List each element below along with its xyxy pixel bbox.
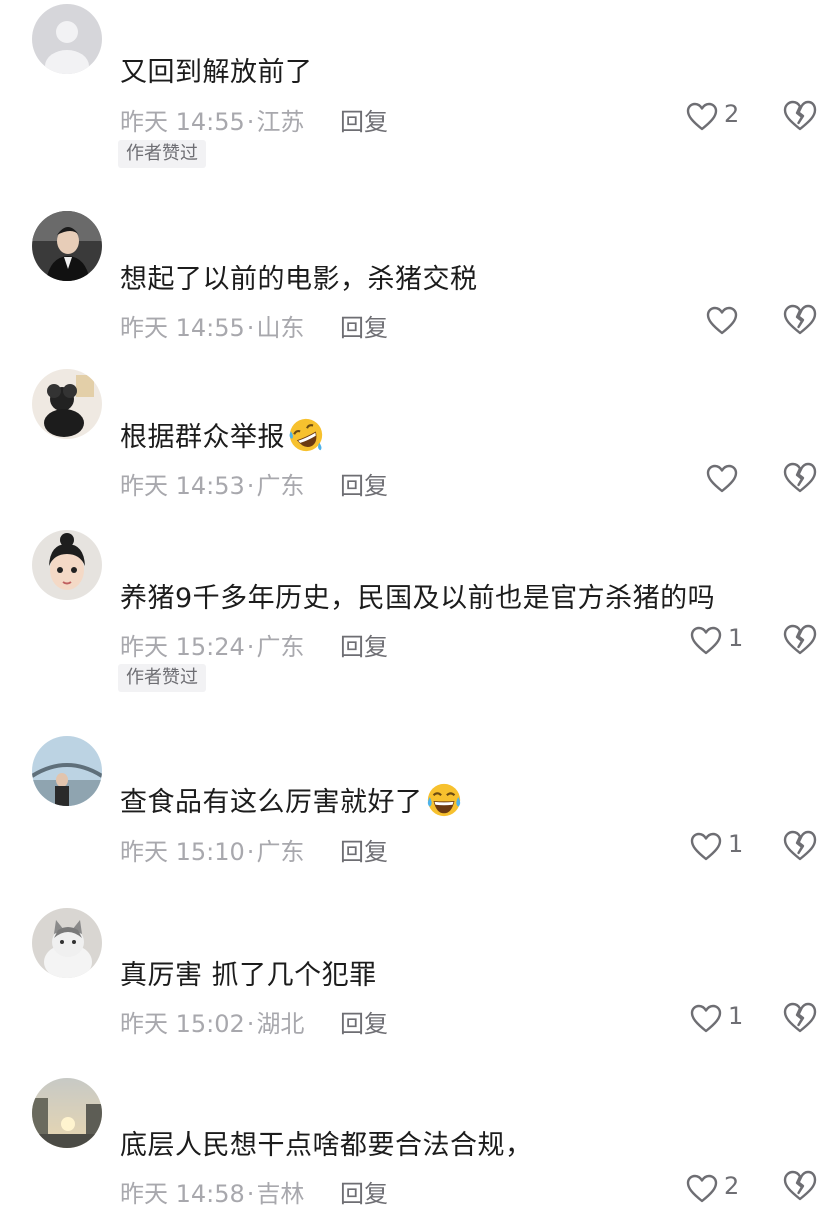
comment-meta: 昨天 14:55·山东	[120, 314, 305, 342]
dislike-button[interactable]	[783, 624, 817, 658]
comment-location: 广东	[256, 472, 305, 500]
dislike-button[interactable]	[783, 1170, 817, 1204]
like-button[interactable]: 1	[690, 622, 754, 662]
comment-item: 查食品有这么厉害就好了 昨天 15:10·广东 回复 1	[0, 720, 840, 890]
heart-icon	[690, 832, 722, 861]
comment-text: 又回到解放前了	[120, 57, 313, 88]
comment-item: 根据群众举报 昨天 14:53·广东 回复	[0, 350, 840, 520]
comment-meta: 昨天 15:02·湖北	[120, 1010, 305, 1038]
comment-item: 又回到解放前了 昨天 14:55·江苏 回复 2 作者赞过	[0, 0, 840, 190]
like-button[interactable]: 2	[686, 1170, 750, 1210]
avatar[interactable]	[32, 530, 102, 600]
like-button[interactable]	[706, 302, 770, 342]
avatar[interactable]	[32, 369, 102, 439]
author-liked-badge: 作者赞过	[118, 140, 206, 168]
dislike-button[interactable]	[783, 830, 817, 864]
comment-location: 湖北	[256, 1010, 305, 1038]
broken-heart-icon	[783, 1002, 817, 1033]
like-button[interactable]: 1	[690, 828, 754, 868]
like-count: 1	[728, 624, 744, 652]
like-button[interactable]: 1	[690, 1000, 754, 1040]
reply-button[interactable]: 回复	[340, 1004, 388, 1039]
like-button[interactable]: 2	[686, 98, 750, 138]
author-liked-badge: 作者赞过	[118, 664, 206, 692]
like-count: 2	[724, 100, 740, 128]
joy-emoji-icon	[427, 783, 460, 817]
heart-icon	[706, 306, 738, 335]
comment-meta: 昨天 15:24·广东	[120, 633, 305, 661]
broken-heart-icon	[783, 624, 817, 655]
heart-icon	[686, 102, 718, 131]
broken-heart-icon	[783, 1170, 817, 1201]
comment-location: 广东	[256, 633, 305, 661]
avatar[interactable]	[32, 4, 102, 74]
comment-meta: 昨天 14:53·广东	[120, 472, 305, 500]
comment-text: 底层人民想干点啥都要合法合规，	[120, 1130, 533, 1161]
comment-text: 根据群众举报	[120, 415, 325, 454]
comment-meta: 昨天 14:58·吉林	[120, 1180, 305, 1208]
like-count: 1	[728, 1002, 744, 1030]
comment-meta: 昨天 15:10·广东	[120, 838, 305, 866]
like-count: 1	[728, 830, 744, 858]
reply-button[interactable]: 回复	[340, 1174, 388, 1209]
heart-icon	[690, 1004, 722, 1033]
dislike-button[interactable]	[783, 100, 817, 134]
comment-time: 昨天 15:10	[120, 838, 245, 866]
comment-time: 昨天 15:02	[120, 1010, 245, 1038]
dislike-button[interactable]	[783, 462, 817, 496]
broken-heart-icon	[783, 462, 817, 493]
comment-time: 昨天 14:55	[120, 108, 245, 136]
heart-icon	[706, 464, 738, 493]
like-count: 2	[724, 1172, 740, 1200]
comment-text: 养猪9千多年历史，民国及以前也是官方杀猪的吗	[120, 583, 716, 614]
comment-time: 昨天 15:24	[120, 633, 245, 661]
reply-button[interactable]: 回复	[340, 627, 388, 662]
avatar[interactable]	[32, 211, 102, 281]
comment-text: 查食品有这么厉害就好了	[120, 780, 463, 819]
comment-text: 真厉害 抓了几个犯罪	[120, 960, 377, 991]
comment-meta: 昨天 14:55·江苏	[120, 108, 305, 136]
reply-button[interactable]: 回复	[340, 832, 388, 867]
comment-item: 真厉害 抓了几个犯罪 昨天 15:02·湖北 回复 1	[0, 890, 840, 1070]
avatar[interactable]	[32, 736, 102, 806]
dislike-button[interactable]	[783, 1002, 817, 1036]
broken-heart-icon	[783, 100, 817, 131]
reply-button[interactable]: 回复	[340, 308, 388, 343]
comment-text: 想起了以前的电影，杀猪交税	[120, 264, 478, 295]
comment-text-content: 根据群众举报	[120, 422, 285, 453]
comment-location: 广东	[256, 838, 305, 866]
comment-item: 养猪9千多年历史，民国及以前也是官方杀猪的吗 昨天 15:24·广东 回复 1 …	[0, 520, 840, 720]
reply-button[interactable]: 回复	[340, 102, 388, 137]
comment-location: 江苏	[256, 108, 305, 136]
comment-item: 想起了以前的电影，杀猪交税 昨天 14:55·山东 回复	[0, 190, 840, 350]
comment-item: 底层人民想干点啥都要合法合规， 昨天 14:58·吉林 回复 2	[0, 1070, 840, 1208]
comment-time: 昨天 14:53	[120, 472, 245, 500]
avatar[interactable]	[32, 908, 102, 978]
comment-location: 山东	[256, 314, 305, 342]
dislike-button[interactable]	[783, 304, 817, 338]
rofl-emoji-icon	[289, 418, 323, 452]
heart-icon	[690, 626, 722, 655]
broken-heart-icon	[783, 830, 817, 861]
reply-button[interactable]: 回复	[340, 466, 388, 501]
broken-heart-icon	[783, 304, 817, 335]
comment-time: 昨天 14:55	[120, 314, 245, 342]
comment-time: 昨天 14:58	[120, 1180, 245, 1208]
avatar[interactable]	[32, 1078, 102, 1148]
comment-text-content: 查食品有这么厉害就好了	[120, 787, 423, 818]
like-button[interactable]	[706, 460, 770, 500]
comment-location: 吉林	[256, 1180, 305, 1208]
